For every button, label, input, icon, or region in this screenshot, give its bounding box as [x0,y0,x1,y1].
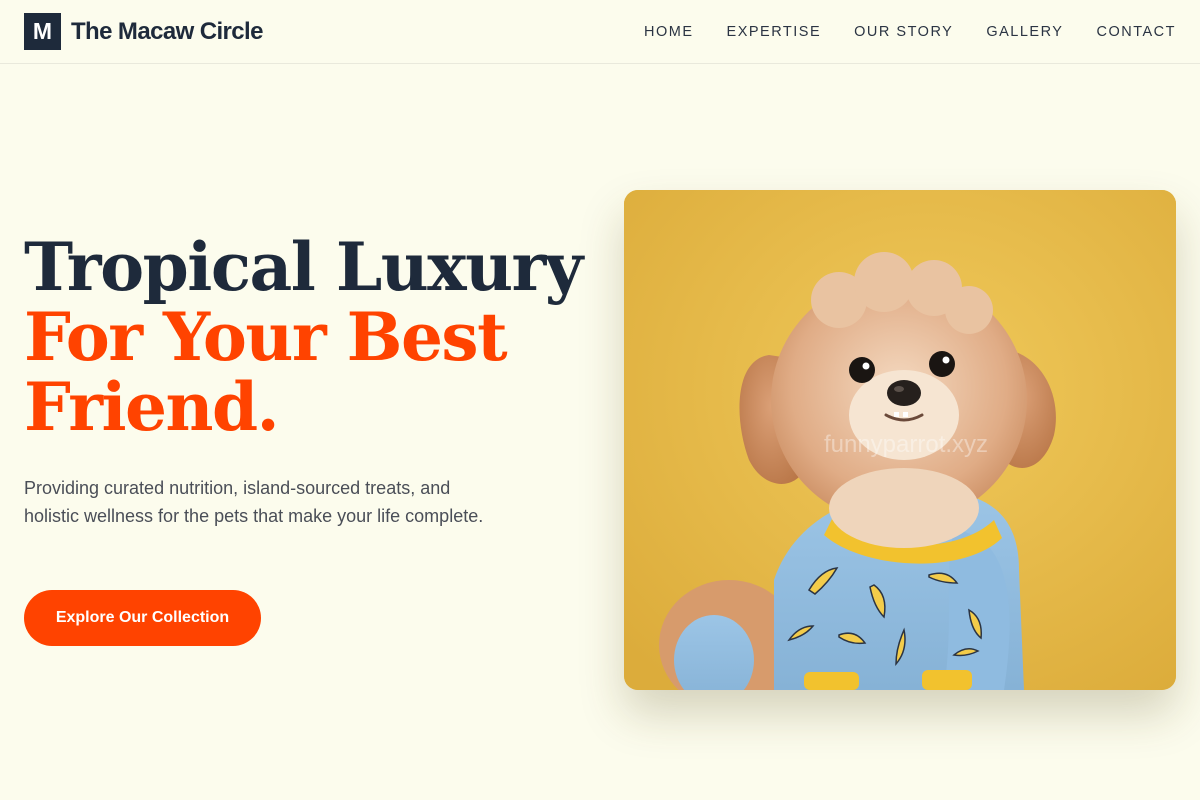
hero-title-line-3: Friend. [24,368,280,446]
site-header: M The Macaw Circle HOME EXPERTISE OUR ST… [0,0,1200,64]
brand-name: The Macaw Circle [71,17,263,45]
hero-description: Providing curated nutrition, island-sour… [24,478,484,526]
hero-title: Tropical Luxury For Your Best Friend. [24,228,583,446]
hero-dog-image: funnyparrot.xyz [624,190,1176,690]
nav-item-contact[interactable]: CONTACT [1096,24,1176,40]
explore-collection-button[interactable]: Explore Our Collection [24,590,261,646]
image-watermark: funnyparrot.xyz [824,431,988,458]
nav-item-expertise[interactable]: EXPERTISE [727,24,822,40]
brand-logo-link[interactable]: M The Macaw Circle [24,13,263,50]
nav-item-home[interactable]: HOME [644,24,694,40]
nav-item-gallery[interactable]: GALLERY [986,24,1063,40]
brand-mark: M [24,13,61,50]
nav-item-our-story[interactable]: OUR STORY [854,24,953,40]
hero-title-line-2: For Your Best [24,298,508,376]
hero-title-line-1: Tropical Luxury [24,228,583,306]
main-nav: HOME EXPERTISE OUR STORY GALLERY CONTACT [644,0,1176,64]
